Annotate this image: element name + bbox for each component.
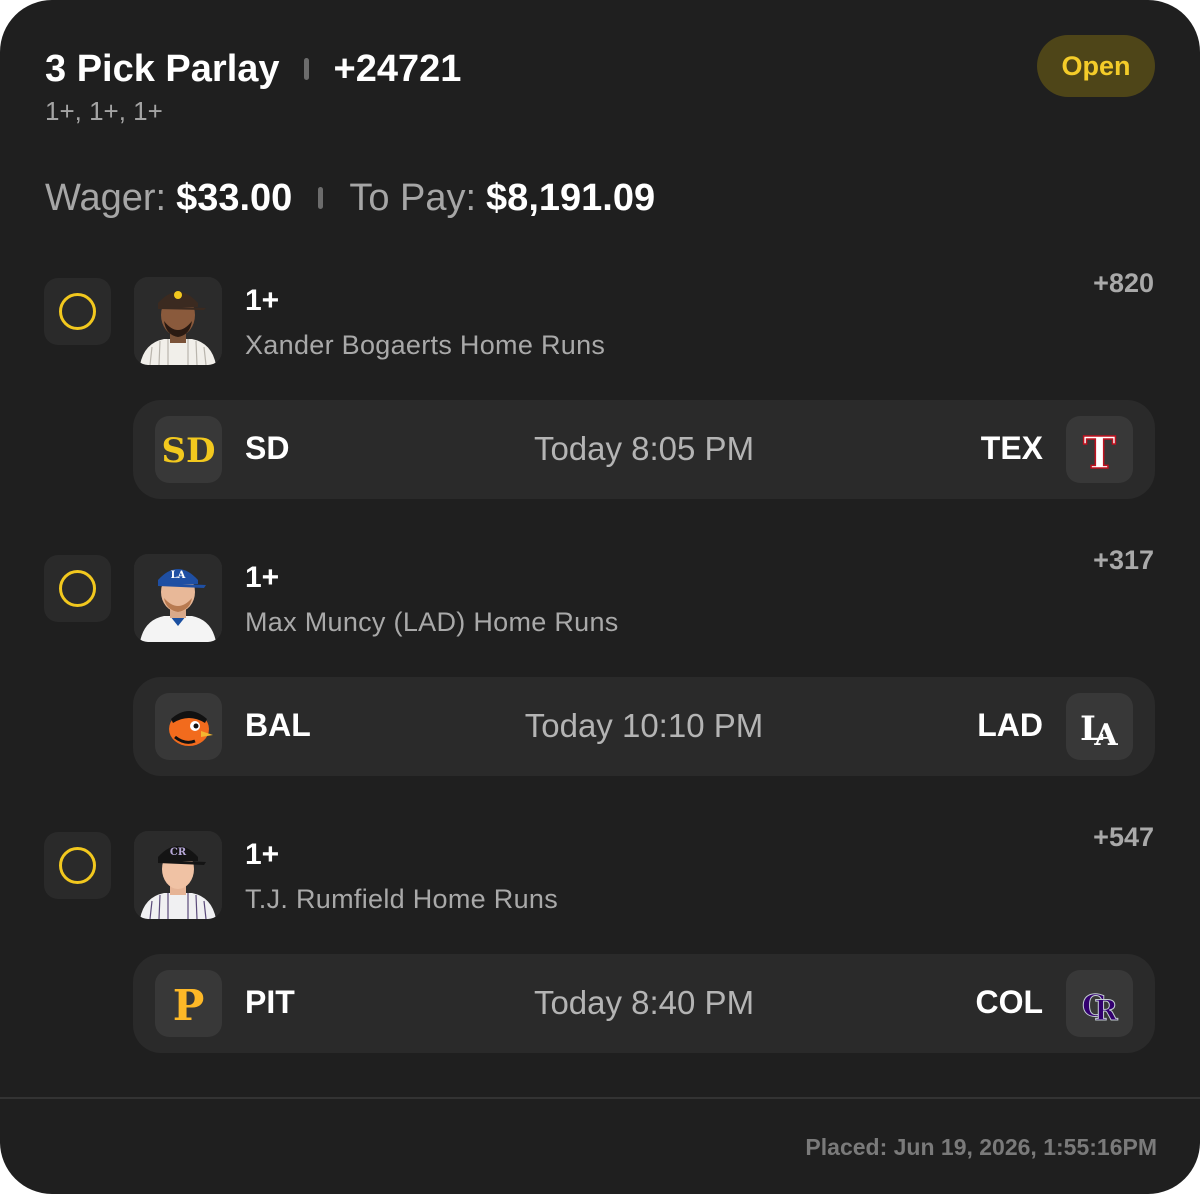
parlay-lines-summary: 1+, 1+, 1+	[45, 96, 163, 126]
parlay-leg[interactable]: 1+ Xander Bogaerts Home Runs +820 SD SD …	[0, 268, 1200, 518]
rangers-logo-icon: T	[1066, 416, 1133, 483]
pick-description: Xander Bogaerts Home Runs	[245, 330, 606, 360]
player-headshot-rockies-icon: CR	[134, 831, 222, 919]
game-matchup[interactable]: P PIT Today 8:40 PM COL C R	[133, 954, 1155, 1053]
svg-text:CR: CR	[170, 847, 187, 858]
pick-description: T.J. Rumfield Home Runs	[245, 884, 558, 914]
player-headshot	[134, 277, 222, 365]
player-headshot: LA	[134, 554, 222, 642]
to-pay-label: To Pay:	[349, 176, 477, 219]
svg-text:LA: LA	[171, 570, 186, 581]
rockies-logo-icon: C R	[1066, 970, 1133, 1037]
svg-text:T: T	[1083, 428, 1116, 479]
game-matchup[interactable]: SD SD Today 8:05 PM TEX T	[133, 400, 1155, 499]
player-headshot-dodgers-icon: LA	[134, 554, 222, 642]
home-team-abbr: COL	[975, 984, 1043, 1020]
home-team-abbr: LAD	[977, 707, 1043, 743]
home-team-abbr: TEX	[980, 430, 1043, 466]
leg-status-indicator	[44, 555, 111, 622]
pick-description: Max Muncy (LAD) Home Runs	[245, 607, 619, 637]
open-circle-icon	[59, 847, 96, 884]
header-separator	[303, 58, 309, 80]
dodgers-logo-icon: L A	[1066, 693, 1133, 760]
wager-payout-row: Wager: $33.00 To Pay: $8,191.09	[45, 173, 655, 223]
open-circle-icon	[59, 293, 96, 330]
wager-value: $33.00	[176, 176, 293, 219]
footer-divider	[0, 1097, 1200, 1099]
pick-line: 1+	[245, 561, 280, 594]
player-headshot-padres-icon	[134, 277, 222, 365]
parlay-title: 3 Pick Parlay	[45, 47, 280, 90]
pick-line: 1+	[245, 838, 280, 871]
money-separator	[318, 187, 324, 209]
leg-odds: +317	[1093, 545, 1154, 575]
leg-status-indicator	[44, 278, 111, 345]
open-circle-icon	[59, 570, 96, 607]
parlay-bet-card: 3 Pick Parlay +24721 1+, 1+, 1+ Open Wag…	[0, 0, 1200, 1194]
svg-text:R: R	[1094, 994, 1118, 1027]
wager-label: Wager:	[45, 176, 167, 219]
parlay-total-odds: +24721	[333, 47, 462, 90]
to-pay-value: $8,191.09	[486, 176, 656, 219]
parlay-leg[interactable]: LA 1+ Max Muncy (LAD) Home Runs +317 BAL…	[0, 545, 1200, 795]
parlay-header: 3 Pick Parlay +24721	[45, 44, 461, 94]
pick-line: 1+	[245, 284, 280, 317]
status-badge: Open	[1037, 35, 1155, 97]
leg-odds: +547	[1093, 822, 1154, 852]
player-headshot: CR	[134, 831, 222, 919]
game-matchup[interactable]: BAL Today 10:10 PM LAD L A	[133, 677, 1155, 776]
leg-status-indicator	[44, 832, 111, 899]
parlay-leg[interactable]: CR 1+ T.J. Rumfield Home Runs +547 P PIT…	[0, 822, 1200, 1072]
placed-timestamp: Placed: Jun 19, 2026, 1:55:16PM	[805, 1134, 1157, 1160]
svg-text:A: A	[1093, 718, 1118, 753]
leg-odds: +820	[1093, 268, 1154, 298]
